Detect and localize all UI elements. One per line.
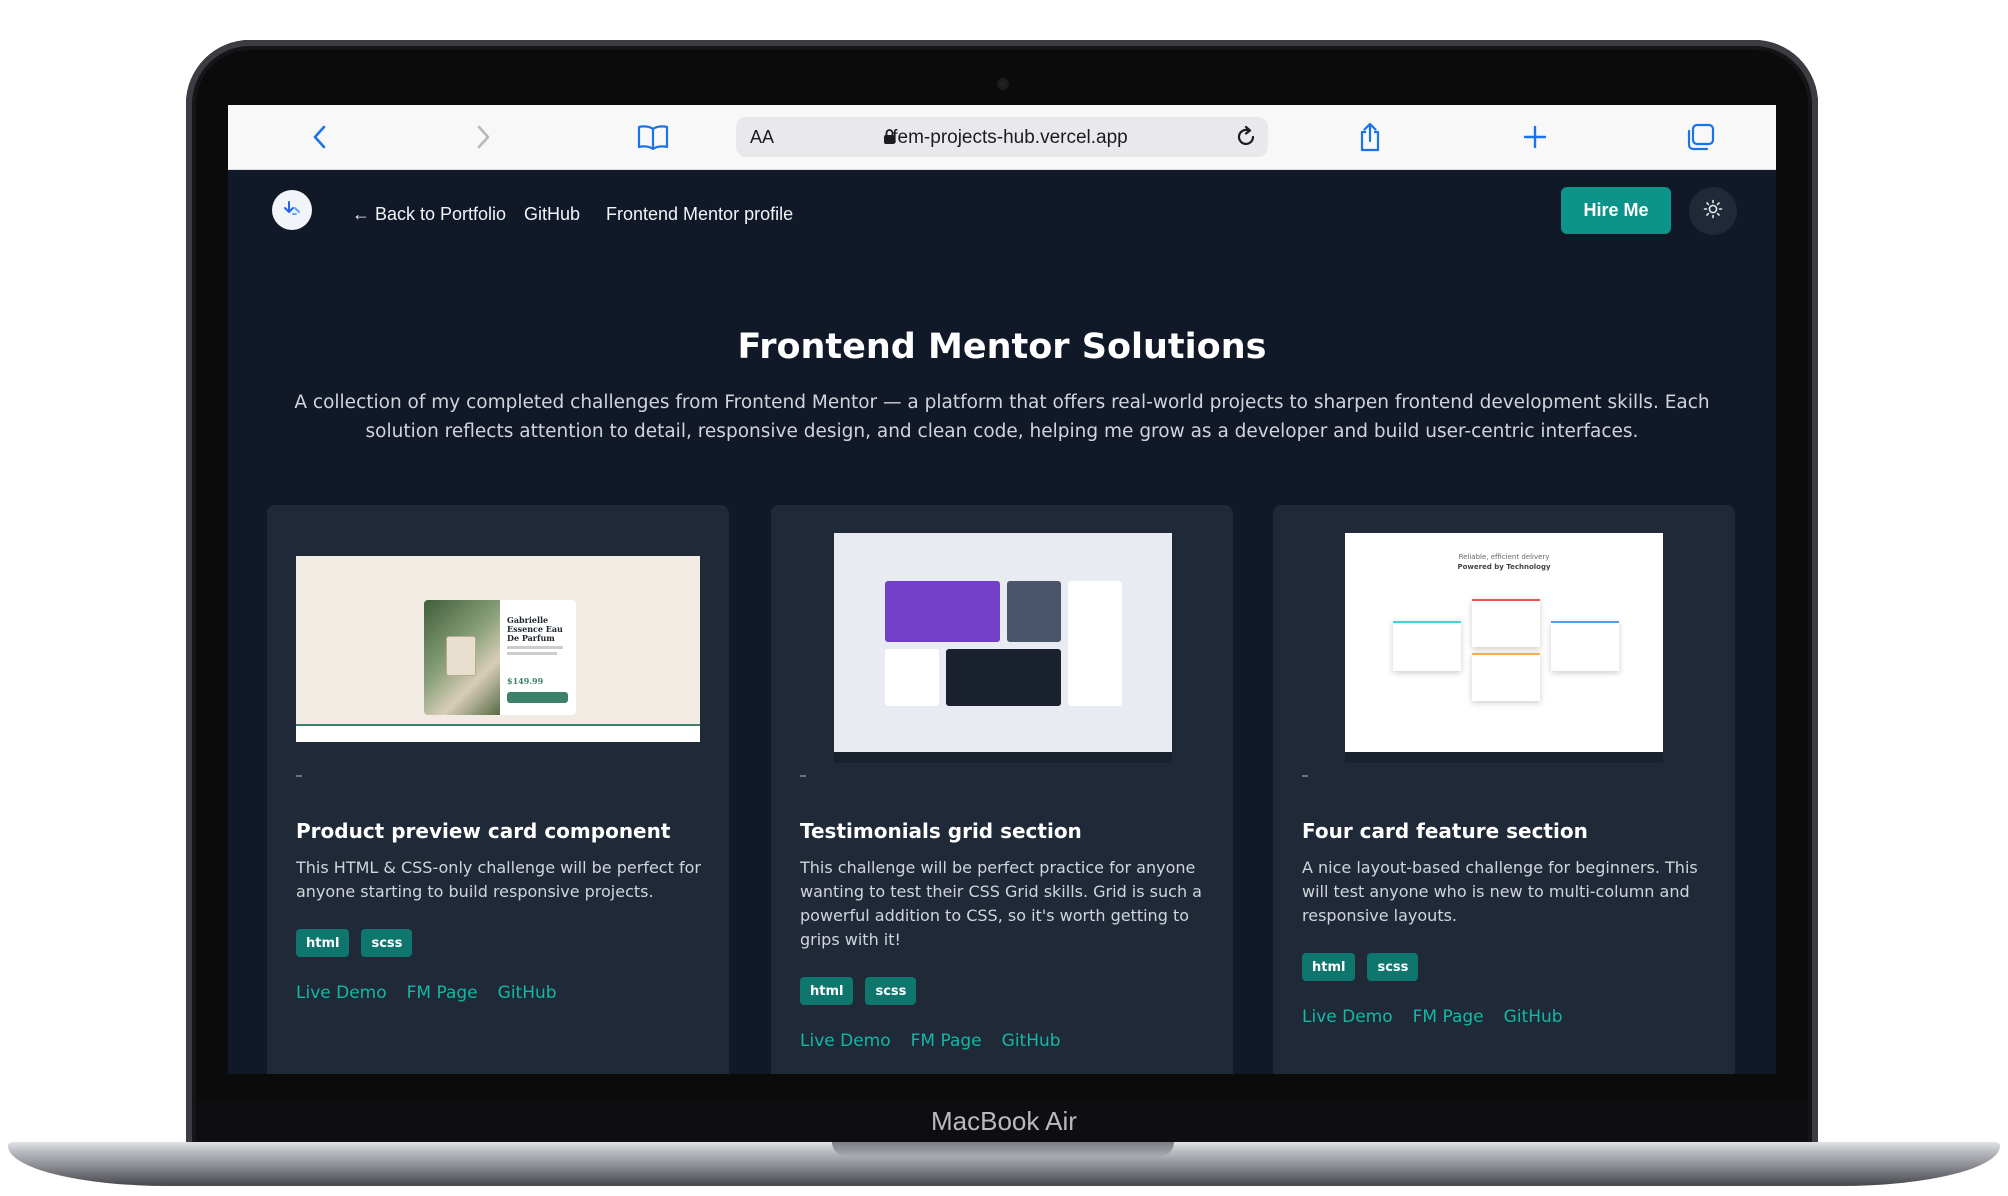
tag-list: html scss — [296, 929, 413, 957]
live-demo-link[interactable]: Live Demo — [800, 1031, 891, 1051]
fm-page-link[interactable]: FM Page — [911, 1031, 982, 1051]
page-description: A collection of my completed challenges … — [294, 392, 1710, 442]
card-links: Live Demo FM Page GitHub — [296, 983, 557, 1003]
card-links: Live Demo FM Page GitHub — [800, 1031, 1061, 1051]
tag-scss: scss — [361, 929, 413, 957]
card-description: This challenge will be perfect practice … — [800, 858, 1202, 949]
divider — [800, 775, 806, 777]
github-link[interactable]: GitHub — [1002, 1031, 1061, 1051]
tag-list: html scss — [1302, 953, 1419, 981]
thumbnail-product-name: Gabrielle Essence Eau De Parfum — [507, 615, 563, 643]
card-links: Live Demo FM Page GitHub — [1302, 1007, 1563, 1027]
new-tab-icon[interactable] — [1515, 119, 1555, 155]
tag-scss: scss — [865, 977, 917, 1005]
live-demo-link[interactable]: Live Demo — [1302, 1007, 1393, 1027]
live-demo-link[interactable]: Live Demo — [296, 983, 387, 1003]
browser-screen: AA fem-projects-hub.vercel.app ← Back to… — [228, 105, 1776, 1074]
github-link[interactable]: GitHub — [1504, 1007, 1563, 1027]
card-title: Four card feature section — [1302, 819, 1588, 843]
nav-frontend-mentor-profile[interactable]: Frontend Mentor profile — [606, 204, 793, 225]
url-text: fem-projects-hub.vercel.app — [892, 127, 1128, 148]
nav-github[interactable]: GitHub — [524, 204, 580, 225]
project-thumbnail[interactable]: Gabrielle Essence Eau De Parfum $149.99 — [296, 556, 700, 742]
device-brand-label: MacBook Air — [931, 1106, 1077, 1136]
site-header: ← Back to Portfolio GitHub Frontend Ment… — [228, 170, 1776, 250]
tag-scss: scss — [1367, 953, 1419, 981]
tabs-icon[interactable] — [1680, 119, 1720, 155]
card-description: A nice layout-based challenge for beginn… — [1302, 858, 1698, 925]
divider — [296, 775, 302, 777]
card-description: This HTML & CSS-only challenge will be p… — [296, 858, 701, 901]
tag-list: html scss — [800, 977, 917, 1005]
project-card: Reliable, efficient delivery Powered by … — [1273, 505, 1735, 1074]
thumbnail-heading-bottom: Powered by Technology — [1457, 563, 1551, 571]
laptop-notch — [832, 1142, 1174, 1156]
forward-icon[interactable] — [464, 119, 504, 155]
share-icon[interactable] — [1350, 119, 1390, 155]
browser-toolbar: AA fem-projects-hub.vercel.app — [228, 105, 1776, 170]
divider — [1302, 775, 1308, 777]
camera-icon — [997, 78, 1009, 90]
bookmarks-icon[interactable] — [633, 119, 673, 155]
github-link[interactable]: GitHub — [498, 983, 557, 1003]
tag-html: html — [800, 977, 854, 1005]
theme-toggle-button[interactable] — [1689, 187, 1737, 235]
tag-html: html — [1302, 953, 1356, 981]
thumbnail-price: $149.99 — [507, 676, 544, 686]
fm-page-link[interactable]: FM Page — [1413, 1007, 1484, 1027]
tag-html: html — [296, 929, 350, 957]
card-title: Testimonials grid section — [800, 819, 1082, 843]
card-title: Product preview card component — [296, 819, 671, 843]
project-card: Gabrielle Essence Eau De Parfum $149.99 … — [267, 505, 729, 1074]
address-bar[interactable]: AA fem-projects-hub.vercel.app — [736, 117, 1268, 157]
thumbnail-heading-top: Reliable, efficient delivery — [1458, 553, 1550, 561]
fm-page-link[interactable]: FM Page — [407, 983, 478, 1003]
page-title: Frontend Mentor Solutions — [737, 327, 1267, 367]
reload-icon[interactable] — [1234, 125, 1258, 154]
project-thumbnail[interactable] — [834, 533, 1172, 763]
nav-back-to-portfolio[interactable]: ← Back to Portfolio — [352, 204, 506, 225]
sun-icon — [1703, 199, 1723, 223]
project-card: Testimonials grid section This challenge… — [771, 505, 1233, 1074]
site-logo[interactable] — [272, 190, 312, 230]
project-thumbnail[interactable]: Reliable, efficient delivery Powered by … — [1345, 533, 1663, 763]
back-icon[interactable] — [299, 119, 339, 155]
hire-me-button[interactable]: Hire Me — [1561, 187, 1671, 234]
